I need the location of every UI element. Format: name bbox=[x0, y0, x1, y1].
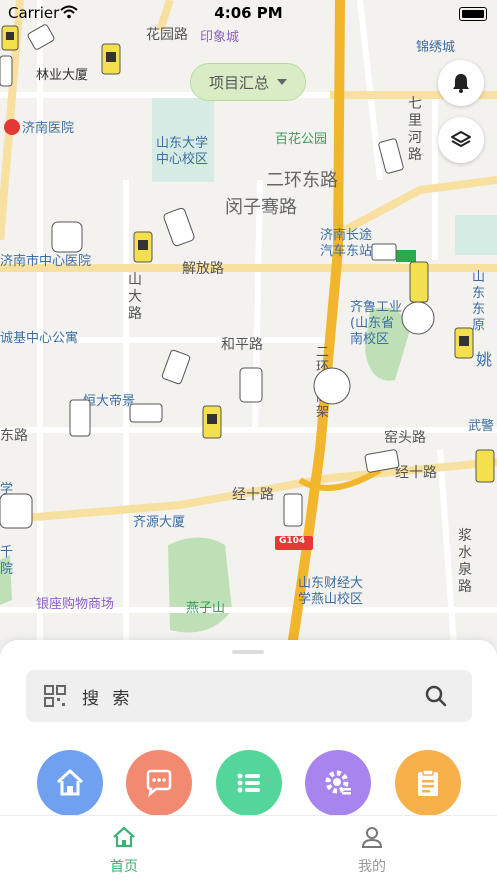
vehicle-marker[interactable] bbox=[1, 25, 19, 51]
caret-down-icon bbox=[277, 79, 287, 85]
tab-bar: 首页 我的 bbox=[0, 815, 497, 884]
home-icon bbox=[56, 769, 84, 796]
vehicle-marker[interactable] bbox=[475, 449, 495, 483]
vehicle-marker[interactable] bbox=[371, 243, 416, 262]
vehicle-marker[interactable] bbox=[27, 24, 55, 51]
layers-button[interactable] bbox=[438, 117, 484, 163]
vehicle-marker[interactable] bbox=[454, 327, 474, 359]
project-summary-label: 项目汇总 bbox=[208, 73, 269, 92]
vehicle-marker[interactable] bbox=[202, 405, 222, 439]
message-action-button[interactable] bbox=[126, 750, 192, 816]
settings-action-button[interactable] bbox=[305, 750, 371, 816]
vehicle-marker[interactable] bbox=[69, 399, 91, 437]
quick-actions bbox=[37, 750, 461, 816]
vehicle-marker[interactable] bbox=[364, 449, 400, 473]
vehicle-marker[interactable] bbox=[283, 493, 303, 527]
search-icon[interactable] bbox=[424, 684, 448, 708]
battery-icon bbox=[459, 7, 487, 21]
alarm-button[interactable] bbox=[438, 60, 484, 106]
vehicle-marker[interactable] bbox=[409, 261, 429, 303]
list-icon bbox=[237, 773, 260, 793]
vehicle-marker[interactable] bbox=[239, 367, 263, 403]
status-time: 4:06 PM bbox=[214, 4, 283, 22]
vehicle-marker[interactable] bbox=[163, 207, 195, 247]
tab-home[interactable]: 首页 bbox=[84, 826, 164, 876]
bell-icon bbox=[453, 74, 469, 93]
vehicle-marker[interactable] bbox=[161, 349, 191, 385]
vehicle-marker[interactable] bbox=[401, 301, 435, 335]
status-bar: Carrier 4:06 PM bbox=[0, 0, 497, 26]
drag-handle[interactable] bbox=[232, 650, 264, 654]
qr-scan-icon[interactable] bbox=[44, 685, 66, 707]
vehicle-marker[interactable] bbox=[129, 403, 163, 423]
tab-mine[interactable]: 我的 bbox=[332, 826, 412, 876]
vehicle-marker[interactable] bbox=[0, 55, 13, 87]
bottom-sheet: 搜 索 首页 我的 bbox=[0, 640, 497, 884]
gear-icon bbox=[325, 770, 351, 795]
project-summary-dropdown[interactable]: 项目汇总 bbox=[190, 63, 306, 101]
search-input[interactable]: 搜 索 bbox=[82, 684, 133, 709]
vehicle-marker[interactable] bbox=[133, 231, 153, 263]
tab-home-label: 首页 bbox=[110, 859, 138, 875]
vehicle-marker[interactable] bbox=[313, 367, 351, 405]
tab-mine-label: 我的 bbox=[358, 859, 386, 875]
list-action-button[interactable] bbox=[216, 750, 282, 816]
vehicle-marker[interactable] bbox=[51, 221, 83, 253]
home-tab-icon bbox=[113, 826, 135, 848]
layers-icon bbox=[451, 131, 471, 147]
chat-icon bbox=[146, 769, 172, 798]
report-action-button[interactable] bbox=[395, 750, 461, 816]
search-bar[interactable]: 搜 索 bbox=[26, 670, 472, 722]
vehicle-marker[interactable] bbox=[378, 138, 404, 174]
home-action-button[interactable] bbox=[37, 750, 103, 816]
vehicle-marker[interactable] bbox=[101, 43, 121, 75]
user-icon bbox=[361, 827, 383, 848]
vehicle-marker[interactable] bbox=[0, 493, 33, 529]
clipboard-icon bbox=[418, 769, 438, 796]
